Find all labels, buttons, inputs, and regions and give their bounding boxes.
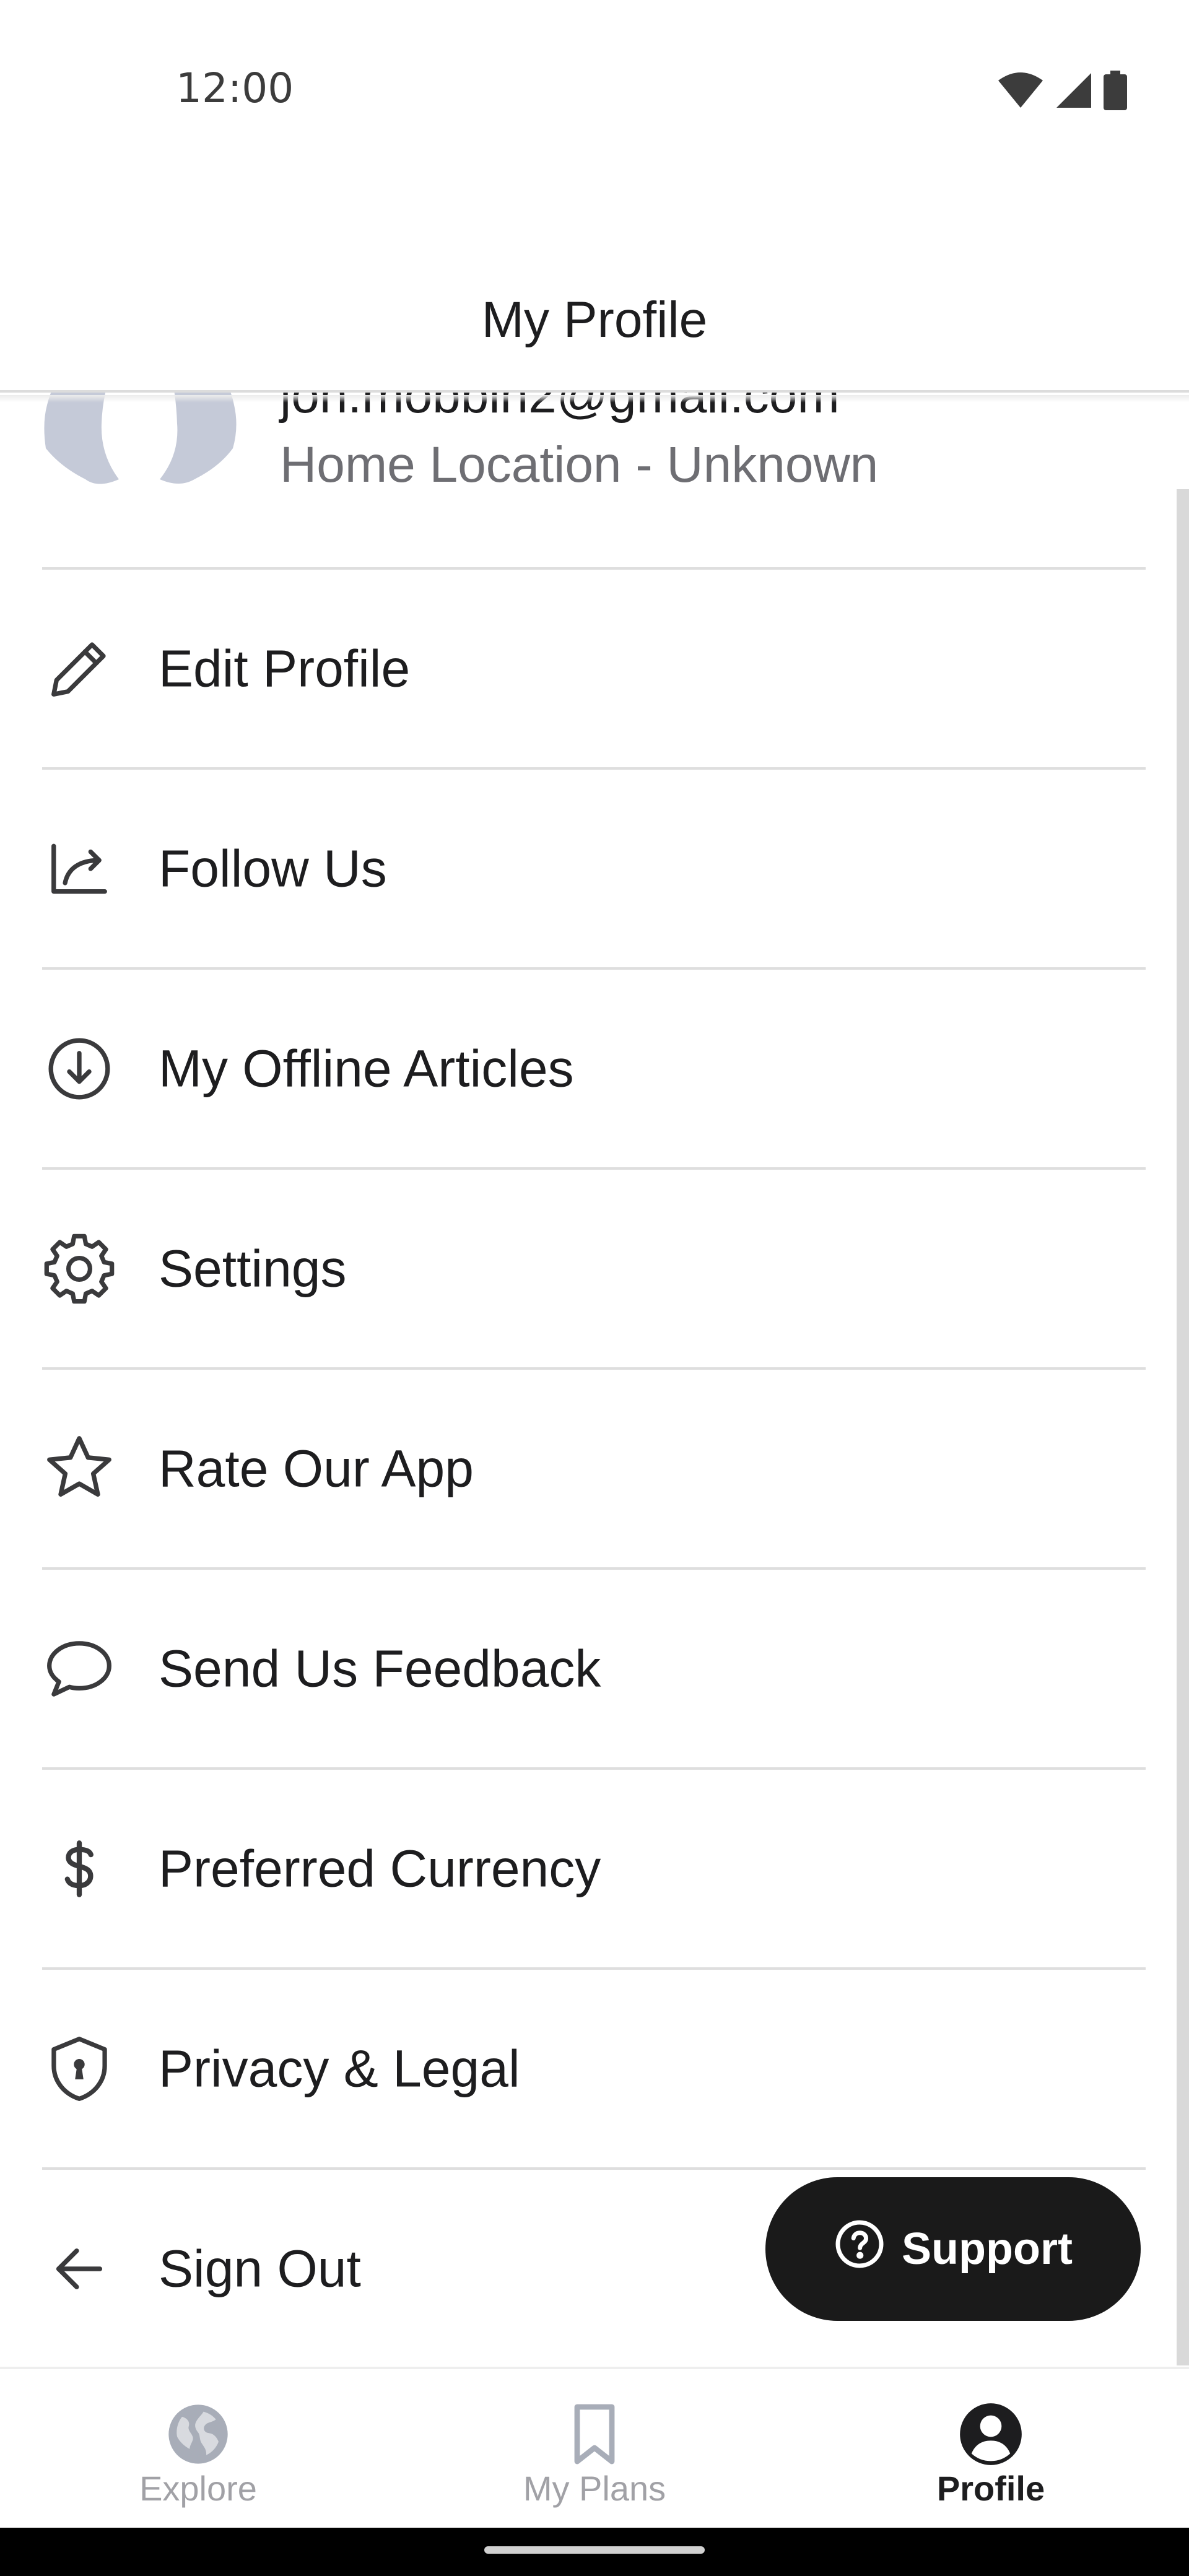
status-icons xyxy=(997,69,1127,114)
profile-scroll-area[interactable]: jon.mobbin2@gmail.com Home Location - Un… xyxy=(0,393,1189,2367)
header-shadow xyxy=(0,395,1189,402)
wifi-icon xyxy=(997,72,1044,112)
arrow-left-icon xyxy=(42,2232,116,2306)
globe-icon xyxy=(164,2400,232,2468)
signal-icon xyxy=(1055,72,1092,112)
nav-tab-explore[interactable]: Explore xyxy=(74,2369,322,2530)
nav-label: Explore xyxy=(139,2469,257,2508)
profile-menu: Edit Profile Follow Us My Offline Articl… xyxy=(42,567,1146,2367)
nav-tab-profile[interactable]: Profile xyxy=(867,2369,1115,2530)
menu-item-edit-profile[interactable]: Edit Profile xyxy=(42,567,1146,767)
nav-tab-my-plans[interactable]: My Plans xyxy=(471,2369,718,2530)
menu-item-follow-us[interactable]: Follow Us xyxy=(42,767,1146,967)
share-icon xyxy=(42,832,116,906)
header: My Profile xyxy=(0,186,1189,393)
menu-item-label: Follow Us xyxy=(159,839,387,897)
support-button[interactable]: Support xyxy=(765,2177,1141,2321)
menu-item-offline-articles[interactable]: My Offline Articles xyxy=(42,967,1146,1167)
menu-item-label: Send Us Feedback xyxy=(159,1639,601,1697)
menu-item-send-feedback[interactable]: Send Us Feedback xyxy=(42,1567,1146,1767)
bookmark-icon xyxy=(560,2400,629,2468)
profile-summary: jon.mobbin2@gmail.com Home Location - Un… xyxy=(0,393,1189,570)
gesture-bar xyxy=(0,2528,1189,2576)
home-indicator[interactable] xyxy=(484,2546,705,2554)
status-time: 12:00 xyxy=(176,64,294,112)
home-location: Home Location - Unknown xyxy=(280,437,879,493)
menu-item-label: Sign Out xyxy=(159,2239,361,2297)
menu-item-privacy-legal[interactable]: Privacy & Legal xyxy=(42,1967,1146,2167)
menu-item-label: Privacy & Legal xyxy=(159,2039,520,2097)
bottom-nav: Explore My Plans Profile xyxy=(0,2367,1189,2528)
gear-icon xyxy=(42,1232,116,1306)
status-bar: 12:00 xyxy=(0,0,1189,186)
menu-item-settings[interactable]: Settings xyxy=(42,1167,1146,1367)
page-title: My Profile xyxy=(481,292,708,348)
user-circle-icon xyxy=(957,2400,1025,2468)
help-circle-icon xyxy=(834,2218,886,2281)
menu-item-label: My Offline Articles xyxy=(159,1039,574,1097)
pencil-icon xyxy=(42,632,116,706)
menu-item-label: Rate Our App xyxy=(159,1439,474,1497)
menu-item-label: Edit Profile xyxy=(159,639,411,697)
menu-item-rate-app[interactable]: Rate Our App xyxy=(42,1367,1146,1567)
battery-icon xyxy=(1104,70,1127,113)
shield-lock-icon xyxy=(42,2032,116,2106)
menu-item-label: Preferred Currency xyxy=(159,1839,601,1897)
nav-label: Profile xyxy=(936,2469,1045,2508)
star-icon xyxy=(42,1432,116,1506)
nav-label: My Plans xyxy=(523,2469,666,2508)
menu-item-preferred-currency[interactable]: Preferred Currency xyxy=(42,1767,1146,1967)
menu-item-label: Settings xyxy=(159,1239,347,1297)
download-icon xyxy=(42,1032,116,1106)
chat-bubble-icon xyxy=(42,1632,116,1706)
scrollbar[interactable] xyxy=(1177,489,1189,2365)
avatar xyxy=(42,393,237,516)
dollar-icon xyxy=(42,1832,116,1906)
support-button-label: Support xyxy=(902,2224,1073,2274)
